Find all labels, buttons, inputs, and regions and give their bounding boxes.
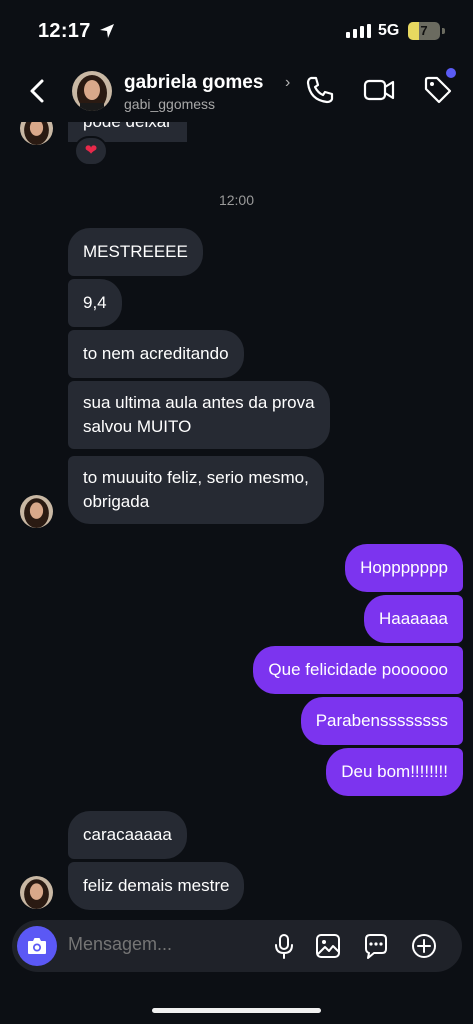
message-text: Deu bom!!!!!!!! [341,762,448,781]
battery-icon: 7 [408,22,440,40]
message-text: caracaaaaa [83,825,172,844]
message-input[interactable] [68,934,258,955]
message-bubble[interactable]: to muuuito feliz, serio mesmo, obrigada [68,456,324,524]
message-composer [12,920,462,972]
message-bubble[interactable]: MESTREEEE [68,228,203,276]
plus-circle-icon[interactable] [410,932,438,960]
contact-avatar[interactable] [72,71,112,111]
sender-avatar [20,122,53,145]
message-bubble[interactable]: sua ultima aula antes da prova salvou MU… [68,381,330,449]
message-bubble-sent[interactable]: Parabenssssssss [300,697,463,745]
message-text: Parabenssssssss [315,711,448,730]
sticker-icon[interactable] [362,932,390,960]
camera-icon [28,938,46,954]
message-bubble-sent[interactable]: Hoppppppp [345,544,463,592]
microphone-icon[interactable] [270,932,298,960]
message-text: Que felicidade poooooo [268,660,448,679]
notification-dot [446,68,456,78]
message-text-line: obrigada [83,492,150,511]
home-indicator[interactable] [152,1008,321,1013]
status-bar: 12:17 5G 7 [0,0,473,60]
video-camera-icon[interactable] [362,74,396,106]
tag-icon[interactable] [422,74,454,106]
sender-avatar [20,876,53,909]
message-bubble-sent[interactable]: Deu bom!!!!!!!! [326,748,463,796]
contact-name[interactable]: gabriela gomes [124,72,263,94]
message-text: feliz demais mestre [83,876,230,895]
message-text-line: to muuuito feliz, serio mesmo, [83,468,309,487]
chat-header: gabriela gomes › gabi_ggomess [0,60,473,122]
battery-percent: 7 [420,23,428,38]
message-bubble[interactable]: 9,4 [68,279,122,327]
message-text: pode deixar [83,122,172,131]
phone-icon[interactable] [304,74,336,106]
battery-nub [442,28,445,34]
message-bubble[interactable]: caracaaaaa [68,811,187,859]
gallery-icon[interactable] [314,932,342,960]
network-label: 5G [378,22,400,39]
location-arrow-icon [100,24,114,38]
message-text: Hoppppppp [360,558,448,577]
message-bubble[interactable]: to nem acreditando [68,330,244,378]
message-bubble[interactable]: feliz demais mestre [68,862,245,910]
back-arrow-icon[interactable] [24,75,52,107]
sender-avatar [20,495,53,528]
message-thread[interactable]: pode deixar ❤ 12:00 MESTREEEE 9,4 to nem… [0,122,473,918]
message-text: MESTREEEE [83,242,188,261]
signal-icon [346,24,371,38]
message-timestamp: 12:00 [218,192,255,208]
heart-reaction[interactable]: ❤ [74,136,108,166]
message-text: 9,4 [83,293,107,312]
status-time: 12:17 [38,20,91,42]
camera-button[interactable] [17,926,57,966]
message-text-line: salvou MUITO [83,417,192,436]
chevron-right-icon[interactable]: › [285,74,290,92]
message-text: to nem acreditando [83,344,229,363]
heart-icon: ❤ [84,142,98,159]
message-text: Haaaaaa [378,609,448,628]
message-bubble-sent[interactable]: Que felicidade poooooo [253,646,463,694]
contact-handle[interactable]: gabi_ggomess [124,96,215,112]
message-text-line: sua ultima aula antes da prova [83,393,315,412]
message-bubble-sent[interactable]: Haaaaaa [363,595,463,643]
